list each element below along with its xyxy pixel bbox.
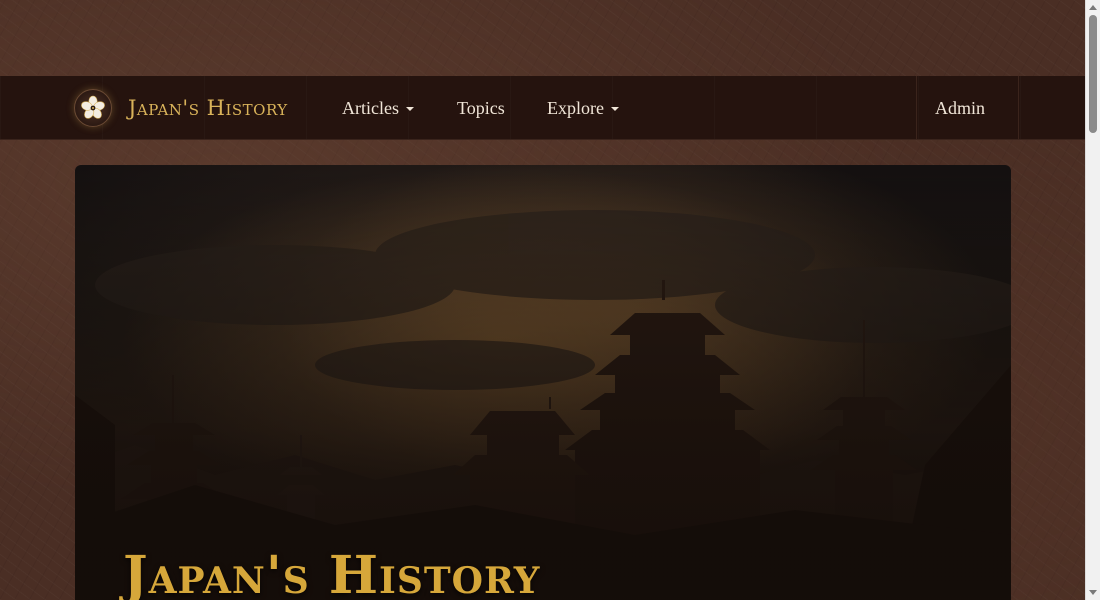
nav-explore-dropdown[interactable]: Explore	[547, 76, 619, 140]
scrollbar-thumb[interactable]	[1089, 15, 1097, 133]
hero-title: Japan's History	[123, 545, 541, 600]
caret-down-icon	[610, 107, 619, 111]
vertical-scrollbar[interactable]	[1085, 0, 1100, 600]
nav-topics-link[interactable]: Topics	[457, 76, 505, 140]
japanese-castle-silhouette-image	[75, 165, 1011, 600]
brand-title: Japan's History	[128, 96, 288, 120]
nav-admin-link[interactable]: Admin	[935, 76, 985, 140]
scroll-up-arrow-icon[interactable]	[1089, 5, 1097, 10]
caret-down-icon	[405, 107, 414, 111]
brand-link[interactable]: Japan's History	[74, 89, 288, 127]
page: Japan's History Articles Topics Explore …	[0, 0, 1085, 600]
nav-divider	[1018, 76, 1019, 140]
nav-articles-label: Articles	[342, 97, 399, 118]
nav-admin-label: Admin	[935, 97, 986, 118]
nav-topics-label: Topics	[457, 97, 505, 118]
hero-banner: Japan's History	[75, 165, 1011, 600]
top-navbar: Japan's History Articles Topics Explore …	[0, 76, 1085, 140]
nav-explore-label: Explore	[547, 97, 604, 118]
nav-articles-dropdown[interactable]: Articles	[342, 76, 414, 140]
nav-divider	[916, 76, 917, 140]
sakura-crest-icon	[74, 89, 112, 127]
scroll-down-arrow-icon[interactable]	[1089, 590, 1097, 595]
